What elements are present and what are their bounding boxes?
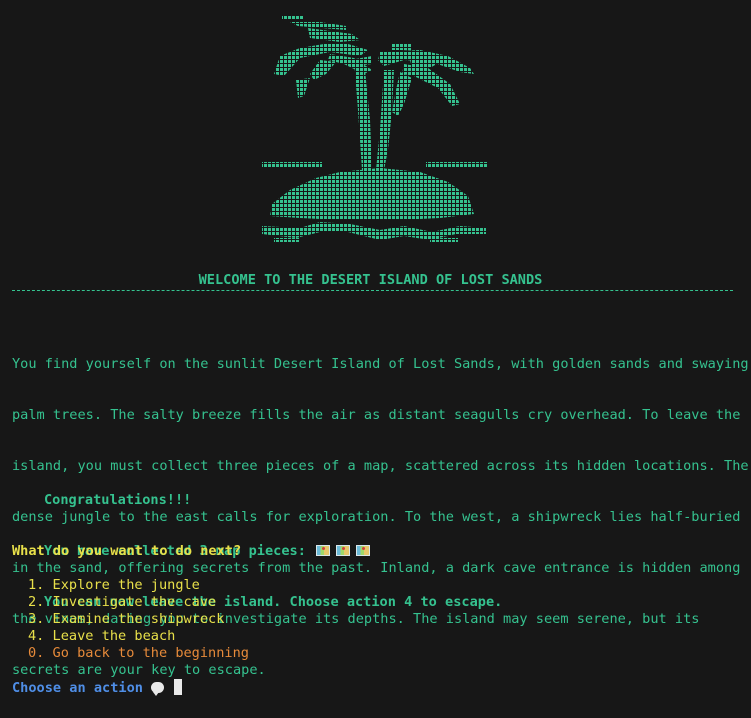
menu-item-go-back[interactable]: 0. Go back to the beginning bbox=[28, 645, 249, 662]
speech-bubble-icon bbox=[150, 682, 164, 696]
input-label: Choose an action bbox=[12, 680, 143, 696]
palm-island-ascii-art bbox=[262, 16, 488, 242]
story-line: You find yourself on the sunlit Desert I… bbox=[12, 356, 749, 372]
next-action-question: What do you want to do next? bbox=[12, 543, 242, 559]
action-input[interactable]: Choose an action bbox=[12, 679, 182, 697]
story-line: secrets are your key to escape. bbox=[12, 662, 266, 678]
world-map-icon bbox=[356, 545, 371, 556]
menu-item-examine-shipwreck[interactable]: 3. Examine the shipwreck bbox=[28, 611, 249, 628]
action-menu: 1. Explore the jungle 2. Investigate the… bbox=[28, 577, 249, 662]
congrats-text: Congratulations!!! bbox=[44, 492, 192, 508]
text-cursor[interactable] bbox=[173, 679, 182, 695]
menu-item-investigate-cave[interactable]: 2. Investigate the cave bbox=[28, 594, 249, 611]
world-map-icon bbox=[336, 545, 351, 556]
world-map-icon bbox=[316, 545, 331, 556]
divider bbox=[12, 290, 733, 291]
menu-item-explore-jungle[interactable]: 1. Explore the jungle bbox=[28, 577, 249, 594]
story-line: palm trees. The salty breeze fills the a… bbox=[12, 407, 741, 423]
page-title: WELCOME TO THE DESERT ISLAND OF LOST SAN… bbox=[198, 272, 543, 288]
menu-item-leave-beach[interactable]: 4. Leave the beach bbox=[28, 628, 249, 645]
